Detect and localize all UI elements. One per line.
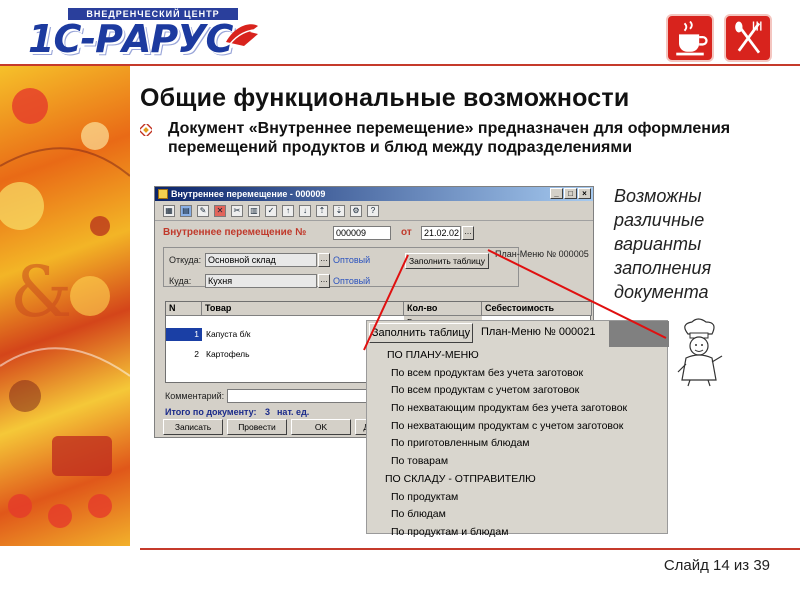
menu-item[interactable]: По продуктам и блюдам bbox=[367, 524, 669, 542]
comment-label: Комментарий: bbox=[165, 391, 225, 401]
minimize-icon[interactable]: _ bbox=[550, 188, 563, 199]
post-button[interactable]: Провести bbox=[227, 419, 287, 435]
sort-asc-icon[interactable]: ⇡ bbox=[316, 204, 328, 217]
fill-table-popup: Заполнить таблицу План-Меню № 000021 ПО … bbox=[366, 320, 669, 538]
col-header-item[interactable]: Товар bbox=[202, 302, 404, 316]
company-logo: ВНЕДРЕНЧЕСКИЙ ЦЕНТР 1С-РАРУС bbox=[28, 8, 260, 61]
from-label: Откуда: bbox=[169, 255, 202, 265]
menu-section-header: ПО ПЛАНУ-МЕНЮ bbox=[387, 349, 479, 361]
paste-icon[interactable]: ▥ bbox=[248, 204, 260, 217]
row-1-number[interactable]: 1 bbox=[166, 328, 202, 341]
mark-icon[interactable]: ✓ bbox=[265, 204, 277, 217]
delete-icon[interactable]: ✕ bbox=[214, 204, 226, 217]
col-header-cost[interactable]: Себестоимость bbox=[482, 302, 592, 316]
maximize-icon[interactable]: □ bbox=[564, 188, 577, 199]
to-warehouse-field[interactable]: Кухня bbox=[205, 274, 317, 288]
window-title-bar: Внутреннее перемещение - 000009 _ □ × bbox=[155, 187, 593, 201]
calendar-button[interactable]: … bbox=[462, 226, 474, 240]
window-title: Внутреннее перемещение - 000009 bbox=[171, 189, 326, 199]
page-title: Общие функциональные возможности bbox=[140, 84, 630, 112]
from-select-button[interactable]: … bbox=[318, 253, 330, 267]
chef-mascot-icon bbox=[677, 318, 723, 387]
footer-divider bbox=[140, 548, 800, 550]
strip-pattern: & bbox=[0, 88, 130, 528]
from-type-link[interactable]: Оптовый bbox=[333, 255, 370, 265]
window-controls: _ □ × bbox=[550, 188, 591, 199]
menu-item[interactable]: По товарам bbox=[367, 453, 669, 471]
from-warehouse-field[interactable]: Основной склад bbox=[205, 253, 317, 267]
col-header-n[interactable]: N bbox=[166, 302, 202, 316]
total-unit: нат. ед. bbox=[277, 407, 310, 417]
fill-options-menu: ПО ПЛАНУ-МЕНЮ По всем продуктам без учета… bbox=[367, 347, 669, 542]
menu-item[interactable]: По всем продуктам без учета заготовок bbox=[367, 365, 669, 383]
settings-icon[interactable]: ⚙ bbox=[350, 204, 362, 217]
menu-item[interactable]: По блюдам bbox=[367, 506, 669, 524]
document-icon bbox=[158, 189, 168, 199]
popup-dark-area bbox=[609, 321, 669, 347]
move-down-icon[interactable]: ↓ bbox=[299, 204, 311, 217]
plan-menu-label: План-Меню № 000005 bbox=[495, 249, 589, 259]
bullet-icon bbox=[140, 124, 152, 136]
row-1-item[interactable]: Капуста б/к bbox=[206, 328, 251, 340]
date-field[interactable]: 21.02.02 bbox=[421, 226, 461, 240]
row-2-number[interactable]: 2 bbox=[166, 348, 202, 361]
to-label: Куда: bbox=[169, 276, 192, 286]
logo-swoosh-icon bbox=[226, 24, 258, 46]
to-select-button[interactable]: … bbox=[318, 274, 330, 288]
comment-field[interactable] bbox=[227, 389, 377, 403]
cut-icon[interactable]: ✂ bbox=[231, 204, 243, 217]
col-header-qty[interactable]: Кол-во bbox=[404, 302, 482, 316]
row-2-item[interactable]: Картофель bbox=[206, 348, 250, 360]
sort-desc-icon[interactable]: ⇣ bbox=[333, 204, 345, 217]
menu-item[interactable]: По всем продуктам с учетом заготовок bbox=[367, 382, 669, 400]
help-icon[interactable]: ? bbox=[367, 204, 379, 217]
move-up-icon[interactable]: ↑ bbox=[282, 204, 294, 217]
menu-section-header: ПО СКЛАДУ - ОТПРАВИТЕЛЮ bbox=[385, 472, 536, 485]
ok-button[interactable]: OK bbox=[291, 419, 351, 435]
svg-text:&: & bbox=[10, 251, 72, 333]
popup-plan-menu-label: План-Меню № 000021 bbox=[481, 326, 596, 338]
coffee-cup-icon bbox=[666, 14, 714, 62]
menu-item[interactable]: По нехватающим продуктам с учетом загото… bbox=[367, 418, 669, 436]
slide-counter: Слайд 14 из 39 bbox=[663, 557, 770, 574]
doc-number-field[interactable]: 000009 bbox=[333, 226, 391, 240]
doc-number-label: Внутреннее перемещение № bbox=[163, 227, 307, 238]
popup-fill-table-button[interactable]: Заполнить таблицу bbox=[369, 323, 473, 343]
menu-item[interactable]: По приготовленным блюдам bbox=[367, 435, 669, 453]
menu-item[interactable]: По нехватающим продуктам без учета загот… bbox=[367, 400, 669, 418]
date-label: от bbox=[401, 227, 412, 238]
edit-icon[interactable]: ✎ bbox=[197, 204, 209, 217]
slide-description: Документ «Внутреннее перемещение» предна… bbox=[168, 120, 731, 156]
decorative-side-strip: & bbox=[0, 66, 130, 546]
close-icon[interactable]: × bbox=[578, 188, 591, 199]
window-toolbar: ▦ ▤ ✎ ✕ ✂ ▥ ✓ ↑ ↓ ⇡ ⇣ ⚙ ? bbox=[155, 201, 593, 221]
logo-wordmark: 1С-РАРУС bbox=[28, 17, 233, 61]
menu-item[interactable]: По продуктам bbox=[367, 489, 669, 507]
to-type-link[interactable]: Оптовый bbox=[333, 276, 370, 286]
popup-header: Заполнить таблицу План-Меню № 000021 bbox=[367, 321, 669, 347]
fill-table-button[interactable]: Заполнить таблицу bbox=[405, 253, 489, 269]
save-button[interactable]: Записать bbox=[163, 419, 223, 435]
total-label: Итого по документу: bbox=[165, 407, 257, 417]
cutlery-icon bbox=[724, 14, 772, 62]
table-icon[interactable]: ▦ bbox=[163, 204, 175, 217]
copy-icon[interactable]: ▤ bbox=[180, 204, 192, 217]
total-value: 3 bbox=[265, 407, 271, 417]
side-note: Возможны различные варианты заполнения д… bbox=[614, 186, 712, 302]
